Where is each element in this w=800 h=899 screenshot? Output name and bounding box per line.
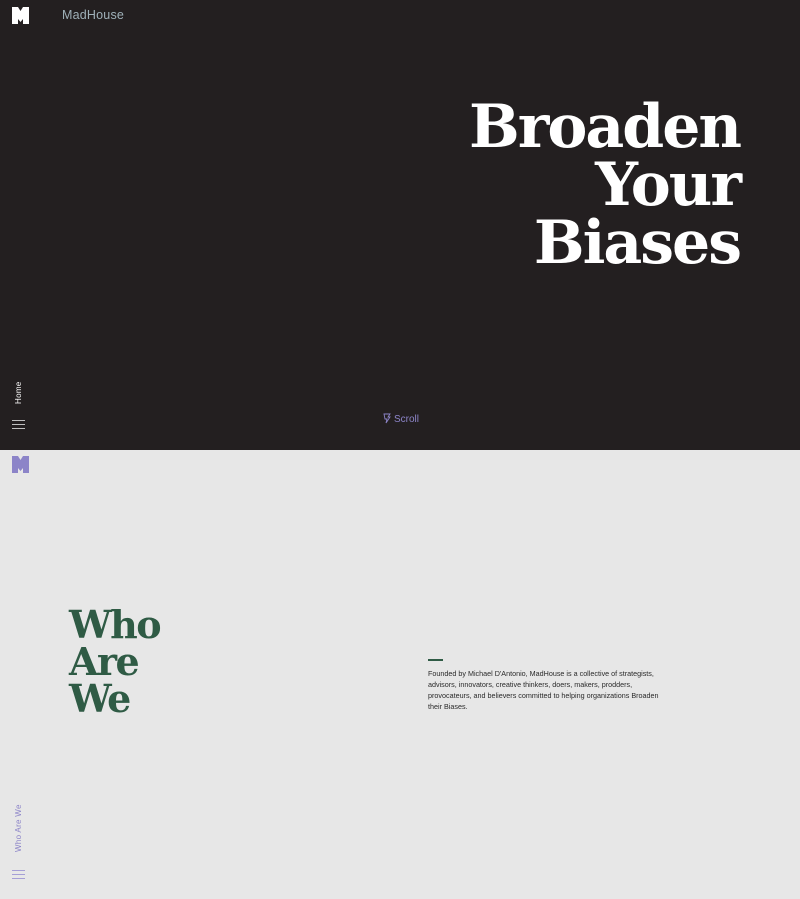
hero-title-line: Broaden: [469, 92, 742, 162]
about-description: Founded by Michael D'Antonio, MadHouse i…: [428, 669, 659, 711]
divider: [428, 659, 443, 661]
about-title-line: We: [69, 676, 131, 721]
about-title: Who Are We: [69, 602, 162, 721]
hero-title-line: Biases: [533, 208, 742, 278]
madhouse-logo-icon[interactable]: [12, 456, 29, 473]
scroll-button[interactable]: Scroll: [383, 413, 419, 425]
madhouse-logo-icon[interactable]: [12, 7, 29, 24]
hero-title-line: Your: [595, 150, 742, 220]
scroll-mouse-icon: [383, 413, 391, 424]
hamburger-menu-icon[interactable]: [12, 870, 25, 880]
section-label-home: Home: [14, 381, 23, 404]
hamburger-menu-icon[interactable]: [12, 420, 25, 430]
hero-title: Broaden Your Biases: [469, 92, 742, 278]
about-title-line: Who: [69, 602, 162, 647]
section-label-who-are-we: Who Are We: [14, 804, 23, 852]
hero-section: MadHouse Broaden Your Biases Home Scroll: [0, 0, 800, 450]
about-title-line: Are: [69, 639, 140, 684]
brand-name[interactable]: MadHouse: [62, 8, 124, 22]
scroll-label: Scroll: [394, 414, 420, 425]
